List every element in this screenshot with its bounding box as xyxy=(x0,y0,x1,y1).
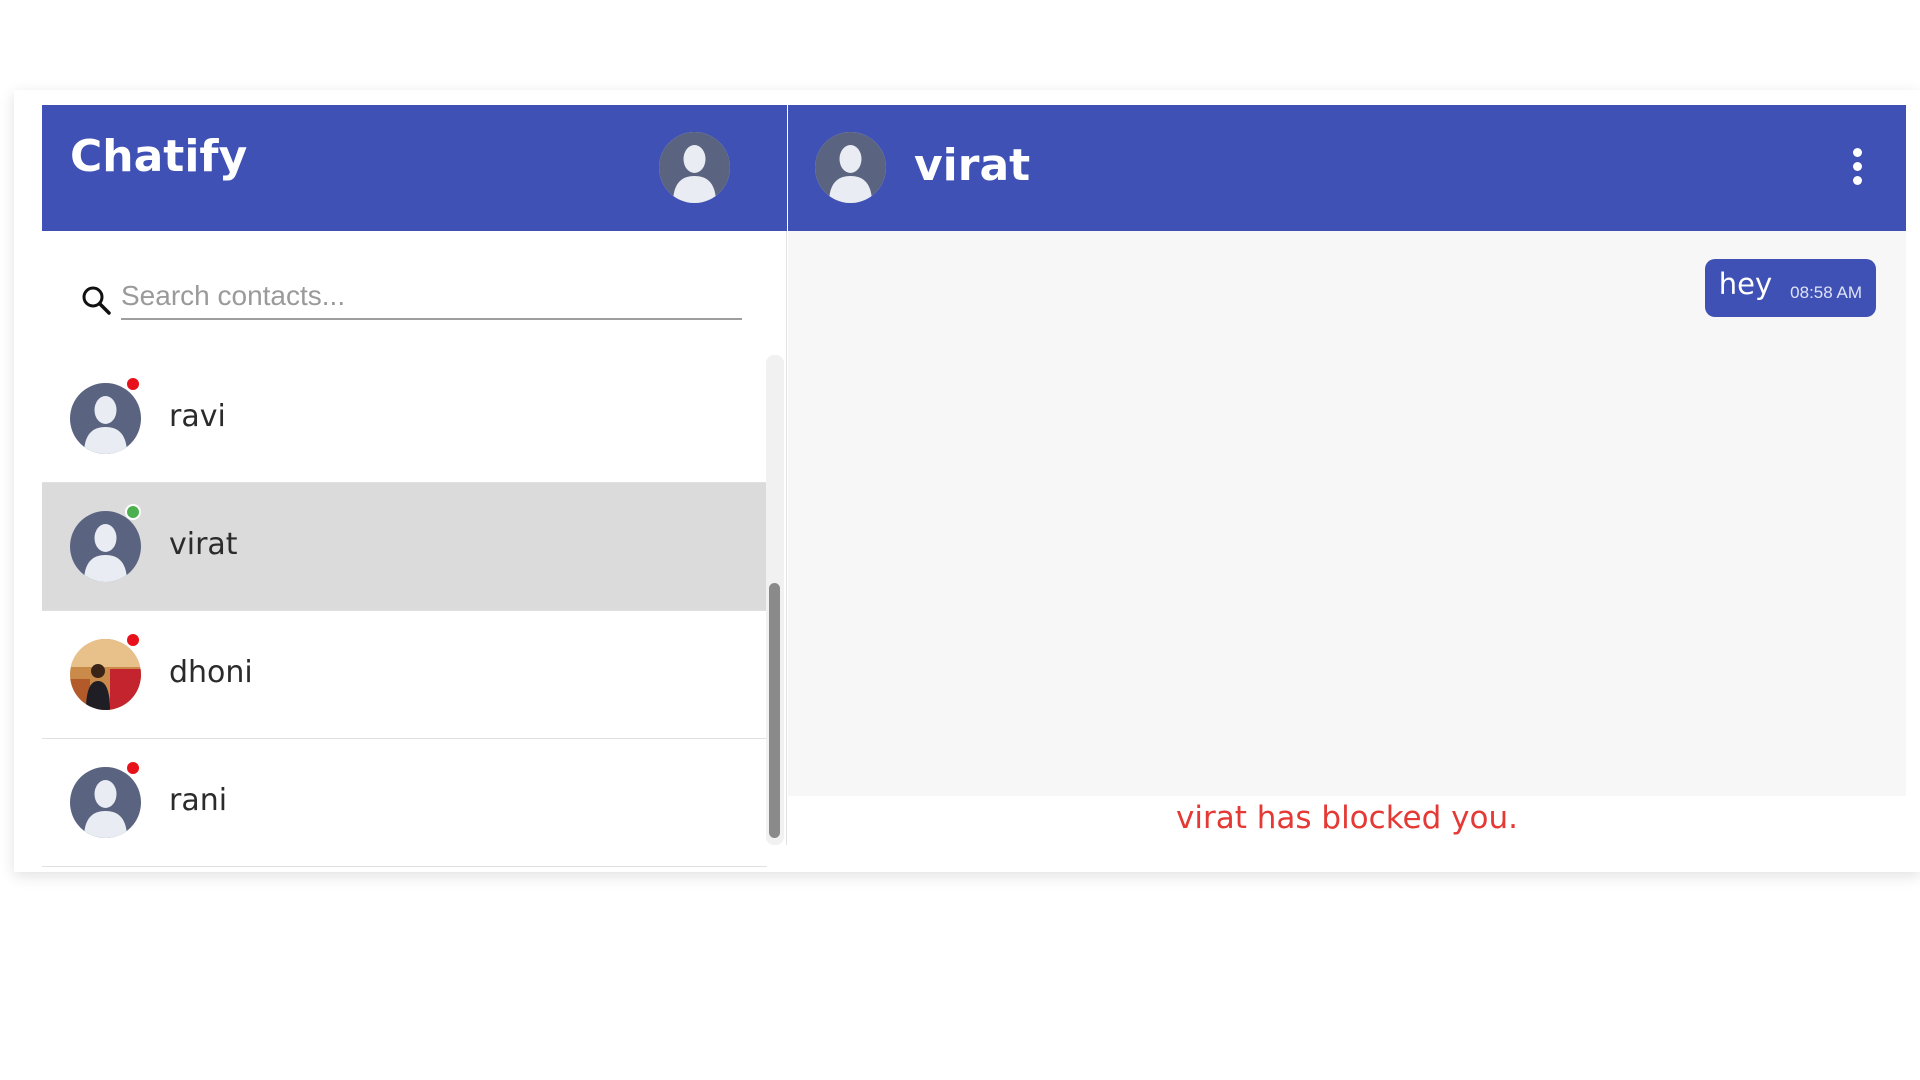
offline-status-dot xyxy=(125,760,141,776)
person-silhouette-icon xyxy=(70,767,141,838)
sidebar: Chatify ravi xyxy=(42,105,787,867)
contact-name: dhoni xyxy=(169,655,253,690)
contact-name: virat xyxy=(169,527,238,562)
contact-list-scrollbar[interactable] xyxy=(766,355,784,845)
contact-name: ravi xyxy=(169,399,226,434)
more-vertical-icon[interactable] xyxy=(1845,148,1869,192)
contact-avatar xyxy=(70,511,141,582)
message-area: hey 08:58 AM xyxy=(788,231,1906,796)
search-icon xyxy=(82,286,111,315)
my-profile-avatar[interactable] xyxy=(659,132,730,203)
sidebar-header: Chatify xyxy=(42,105,787,231)
chat-contact-avatar[interactable] xyxy=(815,132,886,203)
contact-avatar xyxy=(70,767,141,838)
contact-item-ravi[interactable]: ravi xyxy=(42,355,767,483)
person-silhouette-icon xyxy=(815,132,886,203)
contact-avatar xyxy=(70,383,141,454)
offline-status-dot xyxy=(125,632,141,648)
contact-photo-avatar xyxy=(70,639,141,710)
photo-avatar-icon xyxy=(70,639,141,710)
offline-status-dot xyxy=(125,376,141,392)
contact-list: ravi virat dhoni rani xyxy=(42,355,767,867)
chat-contact-name: virat xyxy=(914,140,1031,191)
scrollbar-thumb[interactable] xyxy=(769,583,780,838)
person-silhouette-icon xyxy=(70,383,141,454)
online-status-dot xyxy=(125,504,141,520)
person-silhouette-icon xyxy=(659,132,730,203)
contact-item-virat[interactable]: virat xyxy=(42,483,767,611)
chat-header: virat xyxy=(788,105,1906,231)
person-silhouette-icon xyxy=(70,511,141,582)
search-bar xyxy=(80,268,785,328)
message-timestamp: 08:58 AM xyxy=(1790,283,1862,302)
blocked-notice: virat has blocked you. xyxy=(1176,800,1518,836)
contact-item-dhoni[interactable]: dhoni xyxy=(42,611,767,739)
search-input[interactable] xyxy=(121,274,742,320)
app-title: Chatify xyxy=(70,131,248,182)
outgoing-message-bubble: hey 08:58 AM xyxy=(1704,259,1876,317)
contact-item-rani[interactable]: rani xyxy=(42,739,767,867)
contact-name: rani xyxy=(169,783,228,818)
message-text: hey xyxy=(1718,267,1773,301)
